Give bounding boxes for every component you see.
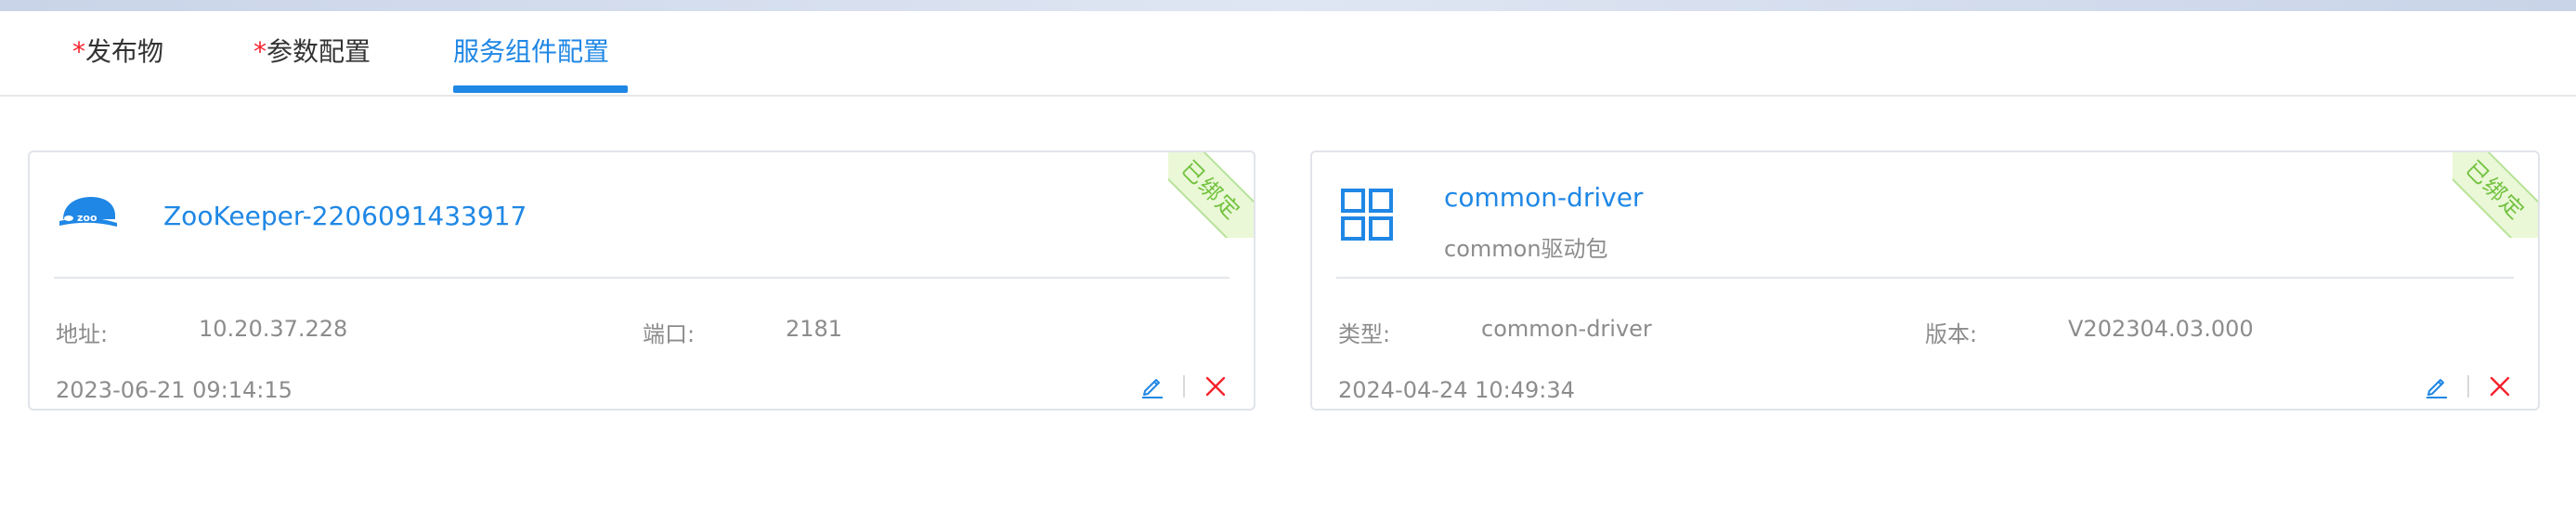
card-title-link[interactable]: ZooKeeper-2206091433917 bbox=[163, 201, 527, 231]
page-container: *发布物 *参数配置 服务组件配置 已绑定 zoo ZooKeeper-2206… bbox=[0, 11, 2576, 522]
svg-text:zoo: zoo bbox=[77, 212, 98, 224]
version-value: V202304.03.000 bbox=[2068, 316, 2254, 342]
tab-label: 参数配置 bbox=[267, 36, 371, 67]
tab-bar: *发布物 *参数配置 服务组件配置 bbox=[0, 11, 2576, 97]
card-timestamp: 2023-06-21 09:14:15 bbox=[56, 377, 293, 403]
card-timestamp: 2024-04-24 10:49:34 bbox=[1338, 377, 1575, 403]
tab-release-artifact[interactable]: *发布物 bbox=[72, 32, 163, 95]
delete-button[interactable] bbox=[1202, 372, 1229, 400]
tab-label: 服务组件配置 bbox=[453, 36, 610, 67]
card-title-link[interactable]: common-driver bbox=[1444, 182, 1643, 213]
action-divider bbox=[2467, 375, 2469, 398]
zookeeper-logo-icon: zoo bbox=[59, 197, 117, 227]
tab-label: 发布物 bbox=[85, 36, 164, 67]
card-actions bbox=[1138, 370, 1229, 403]
service-component-card-common-driver[interactable]: 已绑定 common-driver common驱动包 类型: common-d… bbox=[1310, 150, 2540, 411]
port-label: 端口: bbox=[643, 321, 696, 347]
close-x-icon bbox=[1205, 376, 1226, 397]
type-label: 类型: bbox=[1338, 321, 1391, 347]
card-header: common-driver common驱动包 bbox=[1336, 152, 2514, 279]
grid-apps-icon bbox=[1341, 189, 1393, 241]
edit-button[interactable] bbox=[2423, 372, 2451, 400]
required-mark: * bbox=[254, 36, 267, 67]
edit-pencil-icon bbox=[1142, 379, 1163, 398]
type-value: common-driver bbox=[1481, 316, 1652, 342]
address-label: 地址: bbox=[56, 321, 109, 347]
version-label: 版本: bbox=[1925, 321, 1978, 347]
close-x-icon bbox=[2490, 376, 2510, 397]
active-tab-indicator bbox=[453, 85, 628, 93]
required-mark: * bbox=[72, 36, 85, 67]
action-divider bbox=[1183, 375, 1185, 398]
edit-pencil-icon bbox=[2426, 379, 2447, 398]
delete-button[interactable] bbox=[2486, 372, 2514, 400]
address-value: 10.20.37.228 bbox=[199, 316, 348, 342]
edit-button[interactable] bbox=[1138, 372, 1166, 400]
card-header: zoo ZooKeeper-2206091433917 bbox=[54, 152, 1229, 279]
window-top-strip bbox=[0, 0, 2576, 11]
card-actions bbox=[2423, 370, 2514, 403]
tab-parameter-config[interactable]: *参数配置 bbox=[254, 32, 371, 95]
card-subtitle: common驱动包 bbox=[1444, 236, 1608, 262]
service-component-card-zookeeper[interactable]: 已绑定 zoo ZooKeeper-2206091433917 地址: 10.2… bbox=[28, 150, 1255, 411]
port-value: 2181 bbox=[786, 316, 843, 342]
